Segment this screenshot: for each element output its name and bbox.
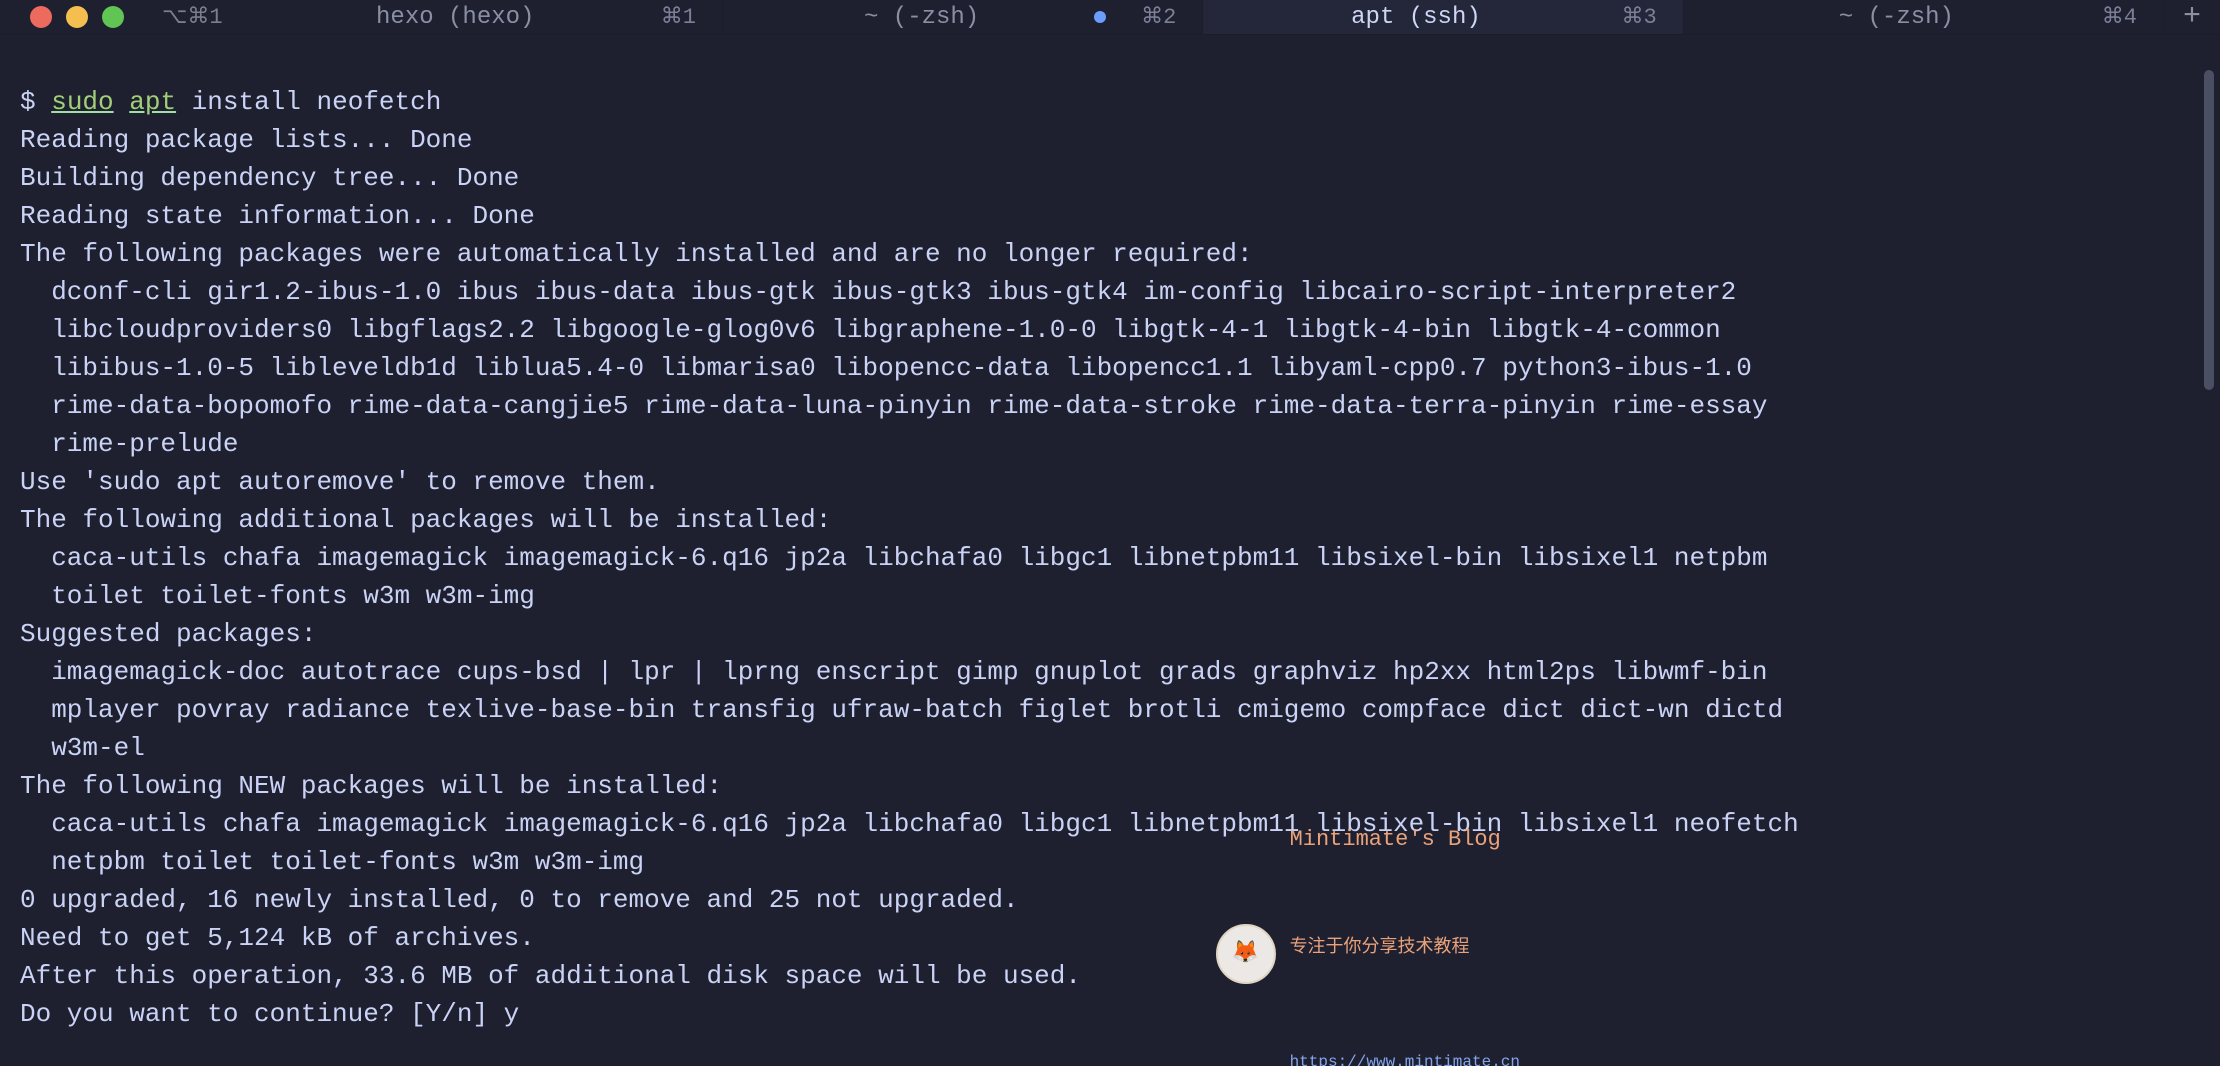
output-line: The following additional packages will b… [20, 505, 831, 535]
new-window-shortcut: ⌥⌘1 [142, 0, 243, 34]
cmd-rest: install neofetch [192, 87, 442, 117]
output-line: toilet toilet-fonts w3m w3m-img [20, 581, 535, 611]
output-line: Suggested packages: [20, 619, 316, 649]
cmd-sudo: sudo [51, 87, 113, 117]
output-line: After this operation, 33.6 MB of additio… [20, 961, 1081, 991]
tab-1[interactable]: hexo (hexo) ⌘1 [243, 0, 723, 34]
scrollbar-thumb[interactable] [2204, 70, 2214, 390]
titlebar: ⌥⌘1 hexo (hexo) ⌘1 ~ (-zsh) ⌘2 apt (ssh)… [0, 0, 2220, 35]
terminal-output[interactable]: $ sudo apt install neofetch Reading pack… [0, 35, 2220, 1066]
traffic-lights [0, 0, 142, 34]
tab-title: hexo (hexo) [376, 4, 534, 31]
output-line: rime-prelude [20, 429, 238, 459]
output-line: Need to get 5,124 kB of archives. [20, 923, 535, 953]
output-line: imagemagick-doc autotrace cups-bsd | lpr… [20, 657, 1767, 687]
close-icon[interactable] [30, 6, 52, 28]
output-line: Use 'sudo apt autoremove' to remove them… [20, 467, 660, 497]
output-line: caca-utils chafa imagemagick imagemagick… [20, 543, 1767, 573]
output-line: The following NEW packages will be insta… [20, 771, 722, 801]
output-line: dconf-cli gir1.2-ibus-1.0 ibus ibus-data… [20, 277, 1736, 307]
output-line: rime-data-bopomofo rime-data-cangjie5 ri… [20, 391, 1767, 421]
tab-shortcut: ⌘2 [1122, 4, 1176, 30]
output-line: Do you want to continue? [Y/n] y [20, 999, 519, 1029]
output-line: caca-utils chafa imagemagick imagemagick… [20, 809, 1799, 839]
add-tab-button[interactable]: + [2164, 0, 2220, 34]
tab-bar: hexo (hexo) ⌘1 ~ (-zsh) ⌘2 apt (ssh) ⌘3 … [243, 0, 2164, 34]
watermark-url: https://www.mintimate.cn [1290, 1043, 1520, 1066]
scrollbar[interactable] [2204, 66, 2214, 1012]
output-line: libcloudproviders0 libgflags2.2 libgoogl… [20, 315, 1721, 345]
output-line: Reading package lists... Done [20, 125, 472, 155]
tab-3[interactable]: apt (ssh) ⌘3 [1203, 0, 1683, 34]
tab-shortcut: ⌘1 [642, 4, 696, 30]
output-line: Building dependency tree... Done [20, 163, 519, 193]
tab-title: apt (ssh) [1351, 4, 1481, 31]
output-line: netpbm toilet toilet-fonts w3m w3m-img [20, 847, 644, 877]
output-line: 0 upgraded, 16 newly installed, 0 to rem… [20, 885, 1019, 915]
watermark-logo-icon: 🦊 [1216, 924, 1276, 984]
tab-shortcut: ⌘3 [1603, 4, 1657, 30]
tab-shortcut: ⌘4 [2083, 4, 2137, 30]
prompt-symbol: $ [20, 87, 36, 117]
zoom-icon[interactable] [102, 6, 124, 28]
watermark: 🦊 Mintimate's Blog 专注于你分享技术教程 https://ww… [1216, 751, 1520, 1066]
output-line: The following packages were automaticall… [20, 239, 1253, 269]
output-line: Reading state information... Done [20, 201, 535, 231]
tab-title: ~ (-zsh) [864, 4, 979, 31]
tab-title: ~ (-zsh) [1839, 4, 1954, 31]
output-line: mplayer povray radiance texlive-base-bin… [20, 695, 1783, 725]
watermark-subtitle: 专注于你分享技术教程 [1290, 929, 1520, 967]
tab-2[interactable]: ~ (-zsh) ⌘2 [723, 0, 1203, 34]
output-line: libibus-1.0-5 libleveldb1d liblua5.4-0 l… [20, 353, 1752, 383]
output-line: w3m-el [20, 733, 145, 763]
cmd-apt: apt [129, 87, 176, 117]
unread-dot-icon [1094, 11, 1106, 23]
terminal-window: ⌥⌘1 hexo (hexo) ⌘1 ~ (-zsh) ⌘2 apt (ssh)… [0, 0, 2220, 1066]
tab-4[interactable]: ~ (-zsh) ⌘4 [1684, 0, 2164, 34]
minimize-icon[interactable] [66, 6, 88, 28]
